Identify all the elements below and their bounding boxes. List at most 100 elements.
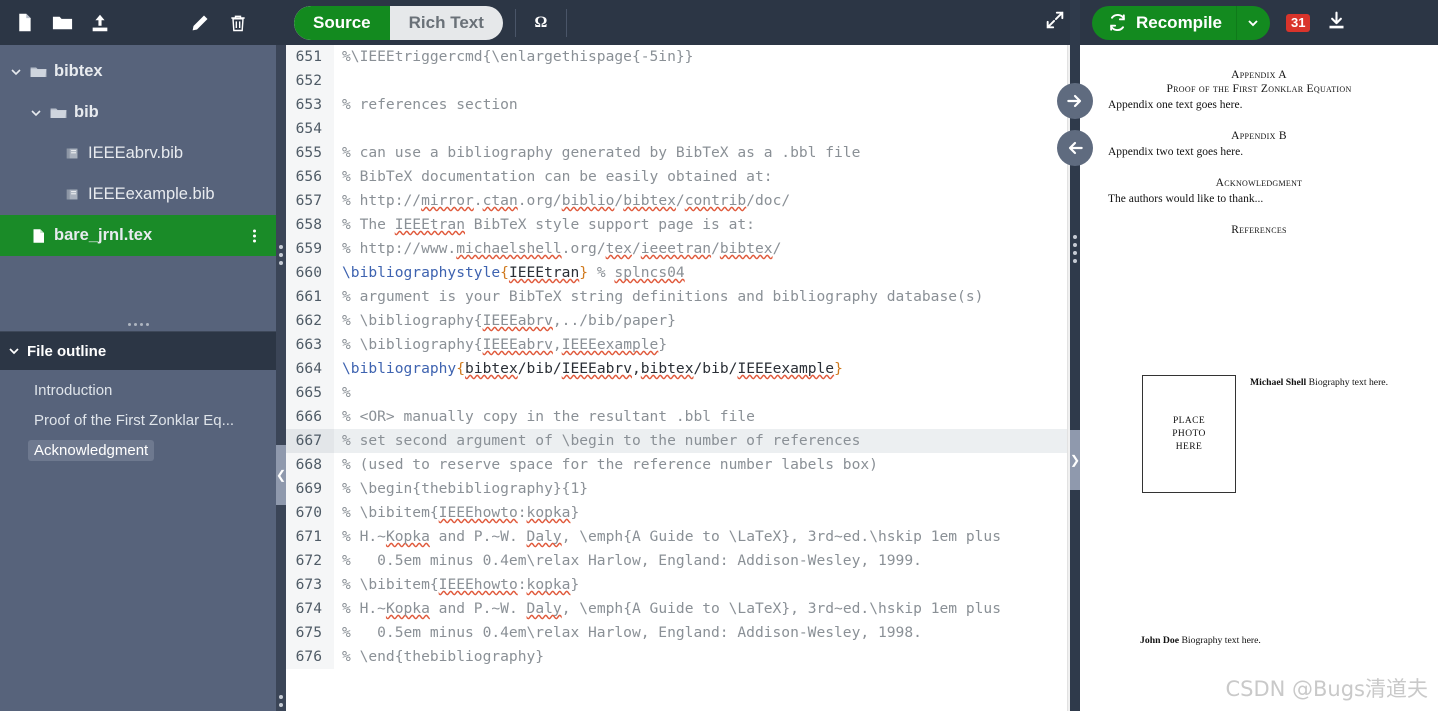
code-area[interactable]: 651 %\IEEEtriggercmd{\enlargethispage{-5i… — [276, 45, 1080, 711]
code-line-text[interactable]: % http://www.michaelshell.org/tex/ieeetr… — [334, 237, 1080, 261]
sidebar-vertical-resize-handle[interactable] — [0, 318, 276, 332]
code-line-text[interactable]: \bibliographystyle{IEEEtran} % splncs04 — [334, 261, 1080, 285]
code-line[interactable]: 675% 0.5em minus 0.4em\relax Harlow, Eng… — [276, 621, 1080, 645]
code-line[interactable]: 668% (used to reserve space for the refe… — [276, 453, 1080, 477]
code-line-text[interactable]: % references section — [334, 93, 1080, 117]
code-line-text[interactable]: % (used to reserve space for the referen… — [334, 453, 1080, 477]
code-line-text[interactable]: % H.~Kopka and P.~W. Daly, \emph{A Guide… — [334, 525, 1080, 549]
editor-mode-switch[interactable]: Source Rich Text — [294, 5, 503, 40]
recompile-button[interactable]: Recompile — [1092, 5, 1236, 40]
pdf-appendix-b-title: Appendix B — [1231, 130, 1287, 142]
code-line[interactable]: 658% The IEEEtran BibTeX style support p… — [276, 213, 1080, 237]
pdf-biography-1-text: Biography text here. — [1306, 377, 1389, 388]
recompile-dropdown-button[interactable] — [1235, 5, 1270, 40]
code-line-text[interactable]: % http://mirror.ctan.org/biblio/bibtex/c… — [334, 189, 1080, 213]
code-line-text[interactable]: % set second argument of \begin to the n… — [334, 429, 1080, 453]
chevron-down-icon[interactable] — [6, 66, 26, 78]
code-line[interactable]: 659% http://www.michaelshell.org/tex/iee… — [276, 237, 1080, 261]
code-line-text[interactable]: % \begin{thebibliography}{1} — [334, 477, 1080, 501]
code-line-text[interactable]: % — [334, 381, 1080, 405]
file-tree-item-bibtex[interactable]: bibtex — [0, 51, 276, 92]
code-line[interactable]: 665% — [276, 381, 1080, 405]
tab-rich-text[interactable]: Rich Text — [390, 6, 503, 40]
code-line-text[interactable]: % can use a bibliography generated by Bi… — [334, 141, 1080, 165]
code-line-text[interactable]: \bibliography{bibtex/bib/IEEEabrv,bibtex… — [334, 357, 1080, 381]
file-outline-header[interactable]: File outline — [0, 332, 276, 370]
file-outline-list: Introduction Proof of the First Zonklar … — [0, 370, 276, 465]
code-line[interactable]: 670% \bibitem{IEEEhowto:kopka} — [276, 501, 1080, 525]
outline-item-introduction[interactable]: Introduction — [0, 375, 276, 405]
file-context-menu-icon[interactable] — [253, 229, 256, 242]
file-tree-item-ieeeexample-bib[interactable]: IEEEexample.bib — [0, 174, 276, 215]
file-tree-item-bib[interactable]: bib — [0, 92, 276, 133]
code-line[interactable]: 657% http://mirror.ctan.org/biblio/bibte… — [276, 189, 1080, 213]
code-line[interactable]: 651 %\IEEEtriggercmd{\enlargethispage{-5i… — [276, 45, 1080, 69]
code-line-text[interactable]: % 0.5em minus 0.4em\relax Harlow, Englan… — [334, 621, 1080, 645]
code-line[interactable]: 660 \bibliographystyle{IEEEtran} % splncs… — [276, 261, 1080, 285]
code-line-text[interactable]: % argument is your BibTeX string definit… — [334, 285, 1080, 309]
file-tree-item-bare-jrnl-tex[interactable]: bare_jrnl.tex — [0, 215, 276, 256]
code-line-text[interactable] — [334, 69, 1080, 93]
pdf-appendix-a-subtitle: Proof of the First Zonklar Equation — [1166, 83, 1352, 95]
sync-to-pdf-button[interactable] — [1057, 83, 1093, 119]
code-line[interactable]: 655% can use a bibliography generated by… — [276, 141, 1080, 165]
code-line[interactable]: 669% \begin{thebibliography}{1} — [276, 477, 1080, 501]
editor-pdf-divider[interactable]: ❯ — [1057, 0, 1093, 711]
download-pdf-icon[interactable] — [1326, 10, 1347, 36]
code-line[interactable]: 666% <OR> manually copy in the resultant… — [276, 405, 1080, 429]
rename-pencil-icon[interactable] — [188, 11, 212, 35]
code-line[interactable]: 673% \bibitem{IEEEhowto:kopka} — [276, 573, 1080, 597]
pdf-biography-1: Michael Shell Biography text here. — [1250, 375, 1388, 388]
divider-drag-dots[interactable] — [1073, 235, 1077, 263]
chevron-down-icon[interactable] — [8, 345, 20, 357]
code-line-text[interactable]: % \bibliography{IEEEabrv,IEEEexample} — [334, 333, 1080, 357]
code-line[interactable]: 654 — [276, 117, 1080, 141]
sidebar-editor-divider[interactable]: ❮ — [276, 45, 286, 711]
code-line[interactable]: 656% BibTeX documentation can be easily … — [276, 165, 1080, 189]
code-line-text[interactable]: % \bibitem{IEEEhowto:kopka} — [334, 573, 1080, 597]
tab-source[interactable]: Source — [294, 5, 390, 40]
code-line-text[interactable]: % 0.5em minus 0.4em\relax Harlow, Englan… — [334, 549, 1080, 573]
chevron-down-icon[interactable] — [26, 107, 46, 119]
code-line-text[interactable]: % \bibitem{IEEEhowto:kopka} — [334, 501, 1080, 525]
code-line[interactable]: 676% \end{thebibliography} — [276, 645, 1080, 669]
bib-file-icon — [60, 145, 84, 162]
file-tree-item-ieeeabrv-bib[interactable]: IEEEabrv.bib — [0, 133, 276, 174]
code-line-text[interactable]: %\IEEEtriggercmd{\enlargethispage{-5in}} — [334, 45, 1080, 69]
code-line-text[interactable]: % \end{thebibliography} — [334, 645, 1080, 669]
code-line[interactable]: 652 — [276, 69, 1080, 93]
delete-trash-icon[interactable] — [226, 11, 250, 35]
code-line-text[interactable]: % The IEEEtran BibTeX style support page… — [334, 213, 1080, 237]
code-line-text[interactable]: % H.~Kopka and P.~W. Daly, \emph{A Guide… — [334, 597, 1080, 621]
file-tree-label: IEEEabrv.bib — [88, 144, 184, 162]
expand-editor-icon[interactable] — [1044, 9, 1066, 36]
upload-icon[interactable] — [88, 11, 112, 35]
outline-item-acknowledgment[interactable]: Acknowledgment — [0, 435, 276, 465]
symbol-palette-icon[interactable]: Ω — [528, 10, 554, 36]
code-line-text[interactable]: % \bibliography{IEEEabrv,../bib/paper} — [334, 309, 1080, 333]
code-line[interactable]: 653% references section — [276, 93, 1080, 117]
code-line[interactable]: 663% \bibliography{IEEEabrv,IEEEexample} — [276, 333, 1080, 357]
code-line[interactable]: 672% 0.5em minus 0.4em\relax Harlow, Eng… — [276, 549, 1080, 573]
outline-item-proof-of-the-first-zonklar-eq[interactable]: Proof of the First Zonklar Eq... — [0, 405, 276, 435]
new-folder-icon[interactable] — [50, 11, 74, 35]
pdf-acknowledgment-title: Acknowledgment — [1215, 177, 1303, 189]
code-line[interactable]: 674% H.~Kopka and P.~W. Daly, \emph{A Gu… — [276, 597, 1080, 621]
divider-drag-dots[interactable] — [279, 245, 283, 265]
new-file-icon[interactable] — [12, 11, 36, 35]
pdf-document-view[interactable]: Appendix A Proof of the First Zonklar Eq… — [1080, 45, 1438, 711]
compile-log-button[interactable]: 31 — [1285, 13, 1311, 32]
code-line[interactable]: 661% argument is your BibTeX string defi… — [276, 285, 1080, 309]
code-line[interactable]: 667% set second argument of \begin to th… — [276, 429, 1080, 453]
code-line-text[interactable] — [334, 117, 1080, 141]
code-line-text[interactable]: % <OR> manually copy in the resultant .b… — [334, 405, 1080, 429]
code-line[interactable]: 664 \bibliography{bibtex/bib/IEEEabrv,bib… — [276, 357, 1080, 381]
code-lines[interactable]: 651 %\IEEEtriggercmd{\enlargethispage{-5i… — [276, 45, 1080, 669]
expand-pdf-button[interactable]: ❯ — [1070, 430, 1080, 490]
collapse-sidebar-button[interactable]: ❮ — [276, 445, 286, 505]
code-line-text[interactable]: % BibTeX documentation can be easily obt… — [334, 165, 1080, 189]
sync-to-code-button[interactable] — [1057, 130, 1093, 166]
code-line[interactable]: 671% H.~Kopka and P.~W. Daly, \emph{A Gu… — [276, 525, 1080, 549]
code-line[interactable]: 662% \bibliography{IEEEabrv,../bib/paper… — [276, 309, 1080, 333]
divider-drag-dots-bottom[interactable] — [279, 695, 283, 707]
